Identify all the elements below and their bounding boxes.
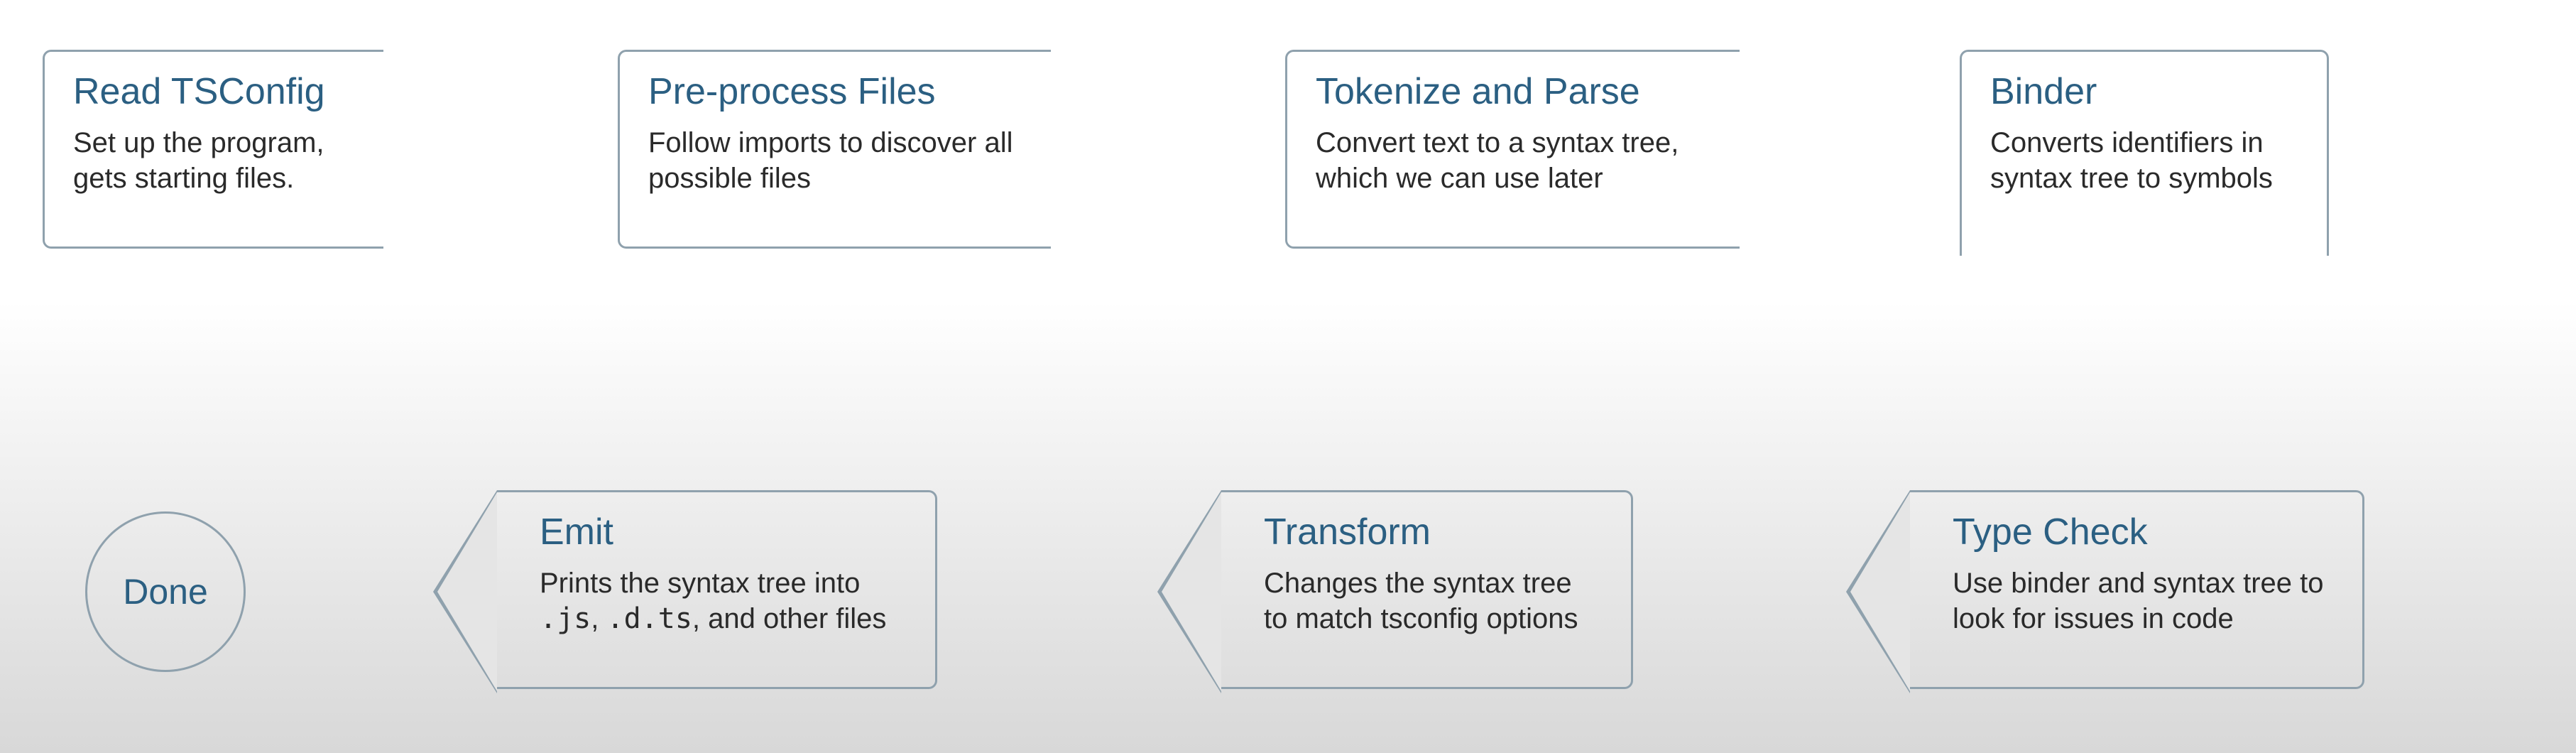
step-desc: Follow imports to discover all possible …	[648, 125, 1017, 196]
step-title: Transform	[1264, 512, 1603, 553]
step-desc: Changes the syntax tree to match tsconfi…	[1264, 565, 1603, 636]
emit-code-js: .js	[540, 602, 591, 635]
step-desc: Prints the syntax tree into .js, .d.ts, …	[540, 565, 907, 636]
step-desc: Use binder and syntax tree to look for i…	[1953, 565, 2334, 636]
step-read-tsconfig: Read TSConfig Set up the program, gets s…	[43, 50, 383, 249]
step-title: Emit	[540, 512, 907, 553]
step-title: Pre-process Files	[648, 72, 1022, 112]
step-title: Type Check	[1953, 512, 2334, 553]
emit-desc-suffix: , and other files	[692, 603, 887, 634]
step-desc: Convert text to a syntax tree, which we …	[1316, 125, 1711, 196]
step-emit: Emit Prints the syntax tree into .js, .d…	[497, 490, 937, 689]
step-title: Binder	[1990, 72, 2298, 112]
emit-desc-sep: ,	[591, 603, 606, 634]
step-binder: Binder Converts identifiers in syntax tr…	[1960, 50, 2329, 256]
step-type-check: Type Check Use binder and syntax tree to…	[1910, 490, 2364, 689]
emit-desc-prefix: Prints the syntax tree into	[540, 568, 860, 599]
step-tokenize-parse: Tokenize and Parse Convert text to a syn…	[1285, 50, 1740, 249]
step-transform: Transform Changes the syntax tree to mat…	[1221, 490, 1633, 689]
step-title: Read TSConfig	[73, 72, 355, 112]
step-title: Tokenize and Parse	[1316, 72, 1711, 112]
step-done: Done	[85, 511, 246, 672]
emit-code-dts: .d.ts	[606, 602, 692, 635]
step-desc: Set up the program, gets starting files.	[73, 125, 355, 196]
pipeline-diagram: Read TSConfig Set up the program, gets s…	[0, 0, 2576, 753]
step-preprocess-files: Pre-process Files Follow imports to disc…	[618, 50, 1051, 249]
done-label: Done	[123, 573, 208, 612]
step-desc: Converts identifiers in syntax tree to s…	[1990, 125, 2298, 196]
